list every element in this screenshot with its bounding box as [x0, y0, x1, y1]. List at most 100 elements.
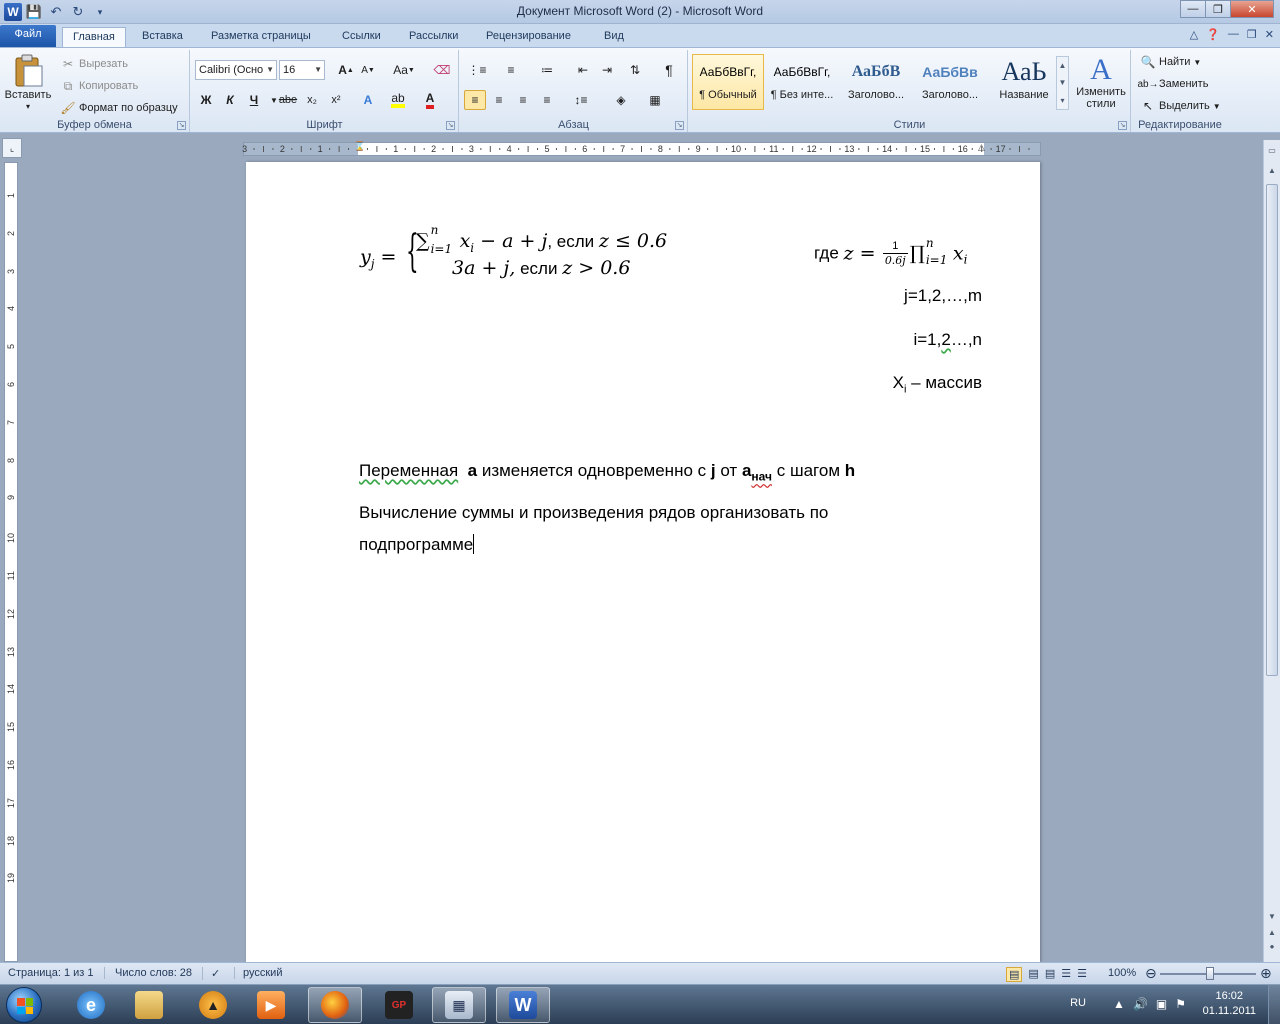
zoom-out-icon[interactable]: ⊖	[1145, 965, 1157, 982]
grow-font-button[interactable]: A ▲	[335, 60, 357, 80]
text-effects-icon[interactable]: A	[357, 90, 379, 110]
shrink-font-button[interactable]: A ▼	[357, 60, 379, 80]
style-title[interactable]: АаЬ Название	[988, 54, 1060, 110]
style-no-spacing[interactable]: АаБбВвГг, ¶ Без инте...	[766, 54, 838, 110]
select-button[interactable]: ↖ Выделить ▼	[1140, 98, 1221, 114]
copy-button[interactable]: ⧉ Копировать	[60, 78, 139, 94]
underline-button[interactable]: Ч	[243, 90, 265, 110]
taskbar-guitar-pro[interactable]: GP	[372, 987, 426, 1023]
help-icon[interactable]: ❓	[1206, 28, 1220, 41]
doc-close-icon[interactable]: ✕	[1265, 28, 1274, 41]
align-center-icon[interactable]: ≡	[488, 90, 510, 110]
print-layout-icon[interactable]: ▤	[1006, 967, 1023, 982]
tray-show-hidden-icon[interactable]: ▲	[1113, 997, 1125, 1011]
web-layout-icon[interactable]: ▤	[1045, 967, 1055, 982]
tab-home[interactable]: Главная	[62, 27, 126, 47]
tab-review[interactable]: Рецензирование	[476, 27, 581, 47]
increase-indent-icon[interactable]: ⇥	[596, 60, 618, 80]
highlight-icon[interactable]: ab	[387, 90, 409, 110]
justify-icon[interactable]: ≡	[536, 90, 558, 110]
gallery-more-icon[interactable]: ▾	[1060, 96, 1064, 105]
font-color-button[interactable]: A	[419, 90, 441, 110]
prev-page-icon[interactable]: ▲	[1266, 928, 1278, 942]
horizontal-ruler[interactable]: 3 2 1 1 2 3 4 5 6 7 8 9 10 11 12 13 14 15 16 17 ⌛ △	[242, 141, 1041, 156]
status-page[interactable]: Страница: 1 из 1	[8, 967, 94, 979]
tab-page-layout[interactable]: Разметка страницы	[201, 27, 321, 47]
align-left-icon[interactable]: ≡	[464, 90, 486, 110]
font-size-dropdown-icon[interactable]: ▼	[314, 61, 322, 79]
taskbar-calculator[interactable]: ▦	[432, 987, 486, 1023]
tray-action-center-icon[interactable]: ⚑	[1175, 997, 1186, 1011]
paragraph-launcher-icon[interactable]: ↘	[675, 121, 684, 130]
full-screen-reading-icon[interactable]: ▤	[1028, 967, 1038, 982]
doc-restore-icon[interactable]: ❐	[1247, 28, 1257, 41]
bold-button[interactable]: Ж	[195, 90, 217, 110]
align-right-icon[interactable]: ≡	[512, 90, 534, 110]
italic-button[interactable]: К	[219, 90, 241, 110]
cut-button[interactable]: ✂ Вырезать	[60, 56, 128, 72]
subscript-button[interactable]: x₂	[301, 90, 323, 110]
format-painter-button[interactable]: 🖌 Формат по образцу	[60, 100, 177, 116]
scroll-up-icon[interactable]: ▲	[1266, 166, 1278, 180]
maximize-button[interactable]: ❐	[1205, 0, 1231, 18]
status-language[interactable]: русский	[234, 967, 282, 979]
taskbar-aimp[interactable]: ▲	[186, 987, 240, 1023]
replace-button[interactable]: ab→ Заменить	[1137, 76, 1208, 92]
taskbar-firefox[interactable]	[308, 987, 362, 1023]
spellcheck-icon[interactable]: ✓	[202, 967, 220, 980]
show-marks-icon[interactable]: ¶	[658, 60, 680, 80]
zoom-slider-knob[interactable]	[1206, 967, 1214, 980]
bullets-icon[interactable]: ⋮≡	[466, 60, 488, 80]
vertical-ruler[interactable]: 1 2 3 4 5 6 7 8 9 10 11 12 13 14 15 16 17 18 19	[4, 162, 18, 962]
font-size-combo[interactable]: 16 ▼	[279, 60, 325, 80]
vertical-scrollbar[interactable]: ▭ ▲ ▼ ▲ ●	[1263, 140, 1280, 962]
input-language[interactable]: RU	[1070, 997, 1086, 1009]
decrease-indent-icon[interactable]: ⇤	[572, 60, 594, 80]
system-clock[interactable]: 16:02 01.11.2011	[1203, 989, 1256, 1019]
clipboard-launcher-icon[interactable]: ↘	[177, 121, 186, 130]
tray-network-icon[interactable]: ▣	[1156, 997, 1167, 1011]
paste-button[interactable]: Вставить ▾	[4, 54, 52, 116]
taskbar-explorer[interactable]	[122, 987, 176, 1023]
multilevel-list-icon[interactable]: ≔	[536, 60, 558, 80]
document-page[interactable]: yj = { ∑ n i=1 xi − a + j, если z ≤ 0.6 3a …	[246, 162, 1040, 962]
font-launcher-icon[interactable]: ↘	[446, 121, 455, 130]
style-heading1[interactable]: АаБбВ Заголово...	[840, 54, 912, 110]
minimize-ribbon-icon[interactable]: △	[1190, 28, 1198, 41]
tab-mailings[interactable]: Рассылки	[399, 27, 468, 47]
clear-formatting-icon[interactable]: ⌫	[431, 60, 453, 80]
change-styles-button[interactable]: A Изменить стили	[1072, 54, 1130, 111]
superscript-button[interactable]: x²	[325, 90, 347, 110]
font-name-dropdown-icon[interactable]: ▼	[266, 61, 274, 79]
gallery-down-icon[interactable]: ▼	[1059, 78, 1067, 87]
doc-minimize-icon[interactable]: —	[1228, 28, 1239, 41]
zoom-level[interactable]: 100%	[1108, 967, 1136, 979]
taskbar-media-player[interactable]: ▶	[244, 987, 298, 1023]
style-gallery-scroll[interactable]: ▲ ▼ ▾	[1056, 56, 1069, 110]
sort-icon[interactable]: ⇅	[624, 60, 646, 80]
tab-insert[interactable]: Вставка	[132, 27, 193, 47]
paste-dropdown-icon[interactable]: ▾	[26, 102, 30, 111]
shading-icon[interactable]: ◈	[610, 90, 632, 110]
right-indent-icon[interactable]: △	[978, 142, 985, 153]
tray-volume-icon[interactable]: 🔊	[1133, 997, 1148, 1011]
draft-icon[interactable]: ☰	[1077, 967, 1087, 982]
scroll-thumb[interactable]	[1266, 184, 1278, 676]
change-case-button[interactable]: Aa ▼	[389, 60, 419, 80]
close-button[interactable]: ✕	[1230, 0, 1274, 18]
browse-object-icon[interactable]: ●	[1266, 942, 1278, 956]
gallery-up-icon[interactable]: ▲	[1059, 61, 1067, 70]
taskbar-internet-explorer[interactable]: e	[64, 987, 118, 1023]
tab-references[interactable]: Ссылки	[332, 27, 391, 47]
styles-launcher-icon[interactable]: ↘	[1118, 121, 1127, 130]
strikethrough-button[interactable]: abe	[277, 90, 299, 110]
ruler-toggle-icon[interactable]: ▭	[1266, 146, 1278, 160]
style-normal[interactable]: АаБбВвГг, ¶ Обычный	[692, 54, 764, 110]
borders-icon[interactable]: ▦	[644, 90, 666, 110]
style-heading2[interactable]: АаБбВв Заголово...	[914, 54, 986, 110]
outline-icon[interactable]: ☰	[1061, 967, 1071, 982]
tab-selector-icon[interactable]: ⌞	[2, 138, 22, 158]
tab-view[interactable]: Вид	[594, 27, 634, 47]
start-button[interactable]	[6, 987, 42, 1023]
indent-marker-icon[interactable]: ⌛	[354, 141, 365, 152]
